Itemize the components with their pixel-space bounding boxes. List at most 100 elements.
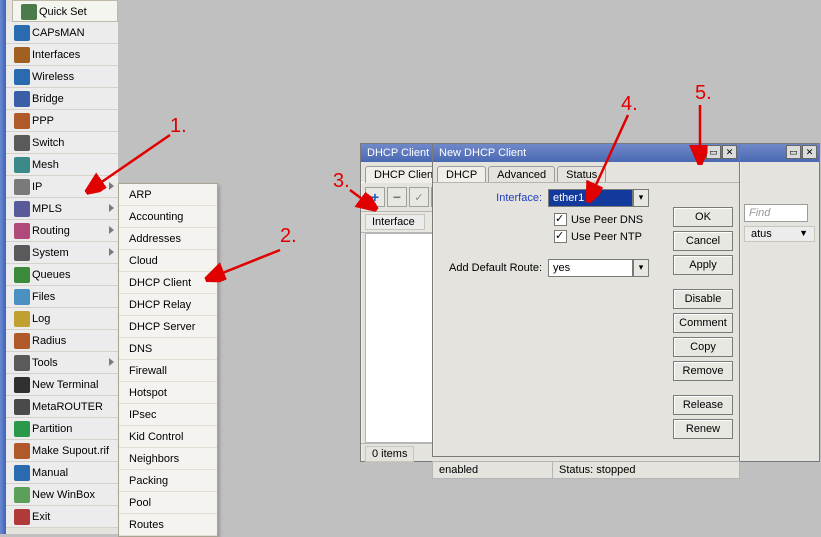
copy-button[interactable]: Copy xyxy=(673,337,733,357)
find-input[interactable]: Find xyxy=(744,204,808,222)
sidebar-item-label: Queues xyxy=(32,269,71,281)
sidebar-item-ppp[interactable]: PPP xyxy=(6,110,118,132)
sidebar-item-make-supout-rif[interactable]: Make Supout.rif xyxy=(6,440,118,462)
queues-icon xyxy=(14,267,30,283)
ok-button[interactable]: OK xyxy=(673,207,733,227)
restore-icon[interactable]: ▭ xyxy=(786,145,801,159)
interface-select[interactable]: ether1 ▾ xyxy=(548,189,633,207)
apply-button[interactable]: Apply xyxy=(673,255,733,275)
chevron-down-icon[interactable]: ▾ xyxy=(633,189,649,207)
submenu-item-hotspot[interactable]: Hotspot xyxy=(119,382,217,404)
column-header-interface[interactable]: Interface xyxy=(365,214,425,230)
sidebar-item-label: Manual xyxy=(32,467,68,479)
comment-button[interactable]: Comment xyxy=(673,313,733,333)
exit-icon xyxy=(14,509,30,525)
mesh-icon xyxy=(14,157,30,173)
sidebar-item-mpls[interactable]: MPLS xyxy=(6,198,118,220)
interface-value: ether1 xyxy=(553,192,584,204)
submenu-item-dns[interactable]: DNS xyxy=(119,338,217,360)
submenu-item-dhcp-server[interactable]: DHCP Server xyxy=(119,316,217,338)
sidebar-item-bridge[interactable]: Bridge xyxy=(6,88,118,110)
submenu-item-addresses[interactable]: Addresses xyxy=(119,228,217,250)
sidebar-item-wireless[interactable]: Wireless xyxy=(6,66,118,88)
submenu-item-arp[interactable]: ARP xyxy=(119,184,217,206)
submenu-item-kid-control[interactable]: Kid Control xyxy=(119,426,217,448)
sidebar-item-new-winbox[interactable]: New WinBox xyxy=(6,484,118,506)
sidebar-item-ip[interactable]: IP xyxy=(6,176,118,198)
files-icon xyxy=(14,289,30,305)
sidebar-item-radius[interactable]: Radius xyxy=(6,330,118,352)
sidebar-item-label: MPLS xyxy=(32,203,62,215)
sidebar-item-label: PPP xyxy=(32,115,54,127)
tab-advanced[interactable]: Advanced xyxy=(488,166,555,183)
submenu-item-ipsec[interactable]: IPsec xyxy=(119,404,217,426)
remove-button[interactable]: − xyxy=(387,187,407,207)
sidebar-item-new-terminal[interactable]: New Terminal xyxy=(6,374,118,396)
use-peer-ntp-checkbox[interactable] xyxy=(554,230,567,243)
submenu-item-routes[interactable]: Routes xyxy=(119,514,217,536)
sidebar-item-manual[interactable]: Manual xyxy=(6,462,118,484)
sidebar-item-label: Make Supout.rif xyxy=(32,445,109,457)
plus-icon: + xyxy=(371,189,379,205)
submenu-item-neighbors[interactable]: Neighbors xyxy=(119,448,217,470)
new-winbox-icon xyxy=(14,487,30,503)
add-button[interactable]: + xyxy=(365,187,385,207)
tab-status[interactable]: Status xyxy=(557,166,606,183)
sidebar-item-label: Wireless xyxy=(32,71,74,83)
label-use-peer-dns: Use Peer DNS xyxy=(571,214,643,226)
remove-button[interactable]: Remove xyxy=(673,361,733,381)
chevron-right-icon xyxy=(109,248,114,256)
label-add-default-route: Add Default Route: xyxy=(443,262,548,274)
sidebar-item-files[interactable]: Files xyxy=(6,286,118,308)
disable-button[interactable]: Disable xyxy=(673,289,733,309)
dialog-title: New DHCP Client xyxy=(439,147,526,159)
sidebar-item-capsman[interactable]: CAPsMAN xyxy=(6,22,118,44)
release-button[interactable]: Release xyxy=(673,395,733,415)
sidebar-item-queues[interactable]: Queues xyxy=(6,264,118,286)
renew-button[interactable]: Renew xyxy=(673,419,733,439)
sidebar-item-routing[interactable]: Routing xyxy=(6,220,118,242)
check-icon: ✓ xyxy=(414,191,423,204)
sidebar-item-quick-set[interactable]: Quick Set xyxy=(12,0,118,22)
submenu-item-cloud[interactable]: Cloud xyxy=(119,250,217,272)
sidebar-item-partition[interactable]: Partition xyxy=(6,418,118,440)
sidebar-item-metarouter[interactable]: MetaROUTER xyxy=(6,396,118,418)
sidebar-item-tools[interactable]: Tools xyxy=(6,352,118,374)
interfaces-icon xyxy=(14,47,30,63)
log-icon xyxy=(14,311,30,327)
submenu-item-dhcp-client[interactable]: DHCP Client xyxy=(119,272,217,294)
use-peer-dns-checkbox[interactable] xyxy=(554,213,567,226)
submenu-item-pool[interactable]: Pool xyxy=(119,492,217,514)
column-header-status[interactable]: atus ▼ xyxy=(744,226,815,242)
label-use-peer-ntp: Use Peer NTP xyxy=(571,231,642,243)
restore-icon[interactable]: ▭ xyxy=(706,145,721,159)
sidebar-item-interfaces[interactable]: Interfaces xyxy=(6,44,118,66)
submenu-item-packing[interactable]: Packing xyxy=(119,470,217,492)
sidebar: Quick SetCAPsMANInterfaces Wireless Bridge… xyxy=(0,0,118,534)
enable-button[interactable]: ✓ xyxy=(409,187,429,207)
sidebar-item-log[interactable]: Log xyxy=(6,308,118,330)
sidebar-item-system[interactable]: System xyxy=(6,242,118,264)
tab-dhcp[interactable]: DHCP xyxy=(437,166,486,183)
sidebar-item-mesh[interactable]: Mesh xyxy=(6,154,118,176)
close-icon[interactable]: ✕ xyxy=(802,145,817,159)
submenu-item-accounting[interactable]: Accounting xyxy=(119,206,217,228)
add-default-route-select[interactable]: yes ▾ xyxy=(548,259,633,277)
sidebar-item-label: Routing xyxy=(32,225,70,237)
sidebar-item-exit[interactable]: Exit xyxy=(6,506,118,528)
sidebar-item-label: Mesh xyxy=(32,159,59,171)
capsman-icon xyxy=(14,25,30,41)
chevron-right-icon xyxy=(109,358,114,366)
switch-icon xyxy=(14,135,30,151)
window-title: DHCP Client xyxy=(367,147,429,159)
submenu-item-firewall[interactable]: Firewall xyxy=(119,360,217,382)
dialog-side-buttons: OK Cancel Apply Disable Comment Copy Rem… xyxy=(673,207,733,439)
metarouter-icon xyxy=(14,399,30,415)
sidebar-item-switch[interactable]: Switch xyxy=(6,132,118,154)
tools-icon xyxy=(14,355,30,371)
chevron-down-icon[interactable]: ▾ xyxy=(633,259,649,277)
close-icon[interactable]: ✕ xyxy=(722,145,737,159)
submenu-item-dhcp-relay[interactable]: DHCP Relay xyxy=(119,294,217,316)
new-dhcp-titlebar[interactable]: New DHCP Client ▭ ✕ xyxy=(433,144,739,162)
cancel-button[interactable]: Cancel xyxy=(673,231,733,251)
